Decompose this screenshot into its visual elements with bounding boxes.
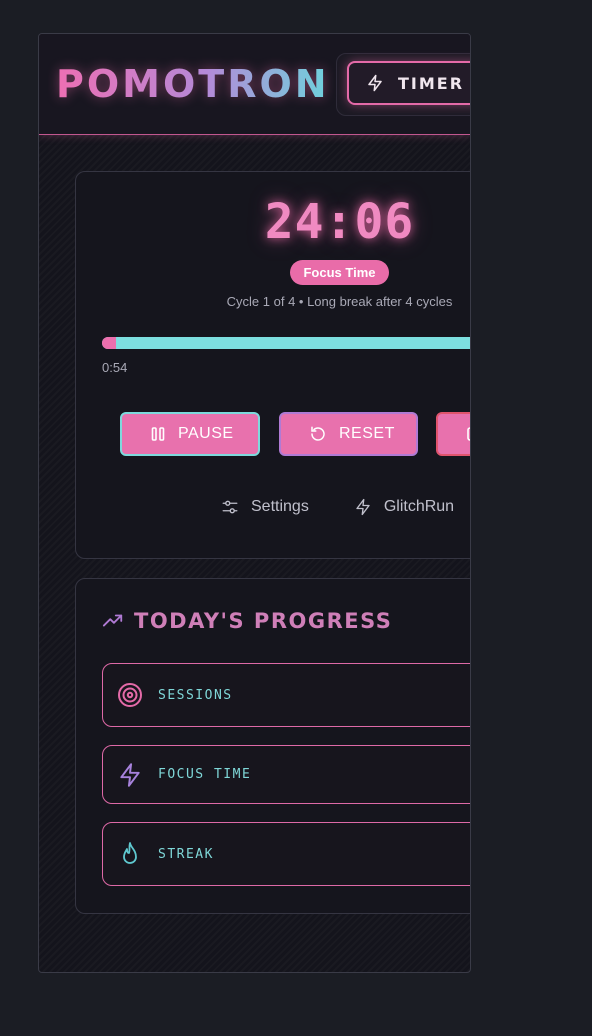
cycle-info: Cycle 1 of 4 • Long break after 4 cycles: [226, 294, 453, 309]
progress-heading: TODAY'S PROGRESS: [102, 609, 392, 633]
timer-nav-button[interactable]: TIMER: [347, 61, 470, 105]
lightning-icon: [366, 74, 384, 92]
stat-label: STREAK: [158, 846, 214, 862]
stat-sessions: SESSIONS: [102, 663, 470, 727]
pause-button[interactable]: PAUSE: [120, 412, 260, 456]
glitchrun-label: GlitchRun: [383, 498, 455, 515]
timer-display: 24:06: [264, 194, 415, 250]
timer-nav-label: TIMER: [398, 73, 465, 93]
app-window: POMOTRON TIMER 24:06 Focus Time Cycle 1 …: [38, 33, 471, 973]
reset-icon: [309, 425, 327, 443]
top-bar: POMOTRON TIMER: [39, 34, 470, 135]
reset-label: RESET: [339, 425, 395, 442]
glitchrun-link[interactable]: GlitchRun: [354, 498, 454, 516]
settings-link[interactable]: Settings: [221, 498, 309, 516]
footer-links: Settings GlitchRun: [221, 498, 454, 516]
reset-button[interactable]: RESET: [279, 412, 418, 456]
pause-icon: [150, 426, 166, 442]
flame-icon: [117, 841, 143, 867]
progress-bar-fill: [102, 337, 117, 349]
stat-label: SESSIONS: [158, 687, 233, 703]
elapsed-time: 0:54: [102, 360, 128, 375]
nav-group: TIMER: [336, 53, 470, 116]
mode-badge: Focus Time: [290, 260, 389, 285]
stat-label: FOCUS TIME: [158, 767, 252, 782]
skip-icon: [466, 426, 470, 442]
stat-streak: STREAK: [102, 822, 470, 886]
progress-title: TODAY'S PROGRESS: [134, 609, 393, 633]
stat-focus-time: FOCUS TIME: [102, 745, 470, 804]
sliders-icon: [221, 498, 239, 516]
progress-bar: [102, 337, 470, 349]
pause-label: PAUSE: [178, 425, 234, 442]
skip-button[interactable]: [436, 412, 470, 456]
progress-card: TODAY'S PROGRESS SESSIONS FOCUS TIME STR…: [75, 578, 470, 914]
lightning-icon: [354, 498, 372, 516]
app-logo: POMOTRON: [56, 62, 330, 106]
target-icon: [117, 682, 143, 708]
settings-label: Settings: [251, 498, 309, 515]
timer-card: 24:06 Focus Time Cycle 1 of 4 • Long bre…: [75, 171, 470, 559]
trending-up-icon: [102, 610, 124, 632]
lightning-icon: [117, 762, 143, 788]
